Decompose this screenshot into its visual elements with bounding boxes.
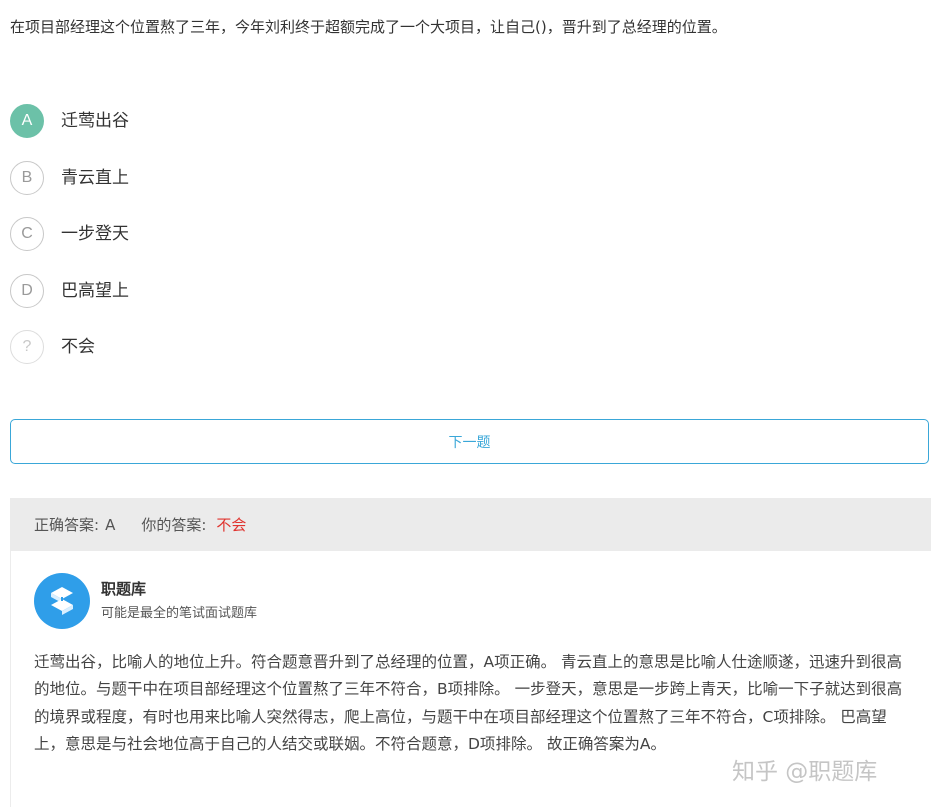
option-b-label: 青云直上 — [61, 167, 129, 188]
next-question-button[interactable]: 下一题 — [10, 419, 929, 464]
watermark: 知乎 @职题库 — [732, 759, 878, 785]
author-card[interactable]: 职题库 可能是最全的笔试面试题库 — [34, 573, 257, 629]
correct-answer-label: 正确答案: — [34, 516, 100, 534]
your-answer-value: 不会 — [216, 516, 247, 534]
option-d-badge[interactable]: D — [10, 273, 44, 308]
question-text: 在项目部经理这个位置熬了三年，今年刘利终于超额完成了一个大项目，让自己()，晋升… — [10, 18, 727, 36]
correct-answer-value: A — [105, 515, 116, 534]
option-d-label: 巴高望上 — [61, 280, 129, 301]
option-c[interactable]: C 一步登天 — [10, 216, 510, 252]
author-name[interactable]: 职题库 — [101, 578, 257, 600]
option-a-badge[interactable]: A — [10, 104, 44, 138]
option-a-label: 迁莺出谷 — [61, 111, 129, 131]
explanation-text: 迁莺出谷，比喻人的地位上升。符合题意晋升到了总经理的位置，A项正确。 青云直上的… — [34, 653, 903, 753]
question-mark-icon[interactable]: ? — [10, 330, 44, 364]
answer-summary-bar: 正确答案: A 你的答案: 不会 — [10, 498, 931, 551]
option-a[interactable]: A 迁莺出谷 — [10, 103, 510, 139]
option-b[interactable]: B 青云直上 — [10, 160, 510, 196]
logo-s-icon — [51, 587, 73, 615]
your-answer-label: 你的答案: — [141, 516, 207, 534]
author-info: 职题库 可能是最全的笔试面试题库 — [101, 578, 257, 624]
option-unknown-label: 不会 — [61, 337, 95, 357]
zhitiku-logo-icon[interactable] — [34, 573, 90, 629]
option-list: A 迁莺出谷 B 青云直上 C 一步登天 D 巴高望上 ? 不会 — [10, 103, 510, 386]
option-b-badge[interactable]: B — [10, 160, 44, 195]
option-unknown[interactable]: ? 不会 — [10, 329, 510, 365]
author-description: 可能是最全的笔试面试题库 — [101, 606, 258, 621]
option-c-label: 一步登天 — [61, 224, 129, 244]
option-d[interactable]: D 巴高望上 — [10, 273, 510, 309]
option-c-badge[interactable]: C — [10, 217, 44, 251]
